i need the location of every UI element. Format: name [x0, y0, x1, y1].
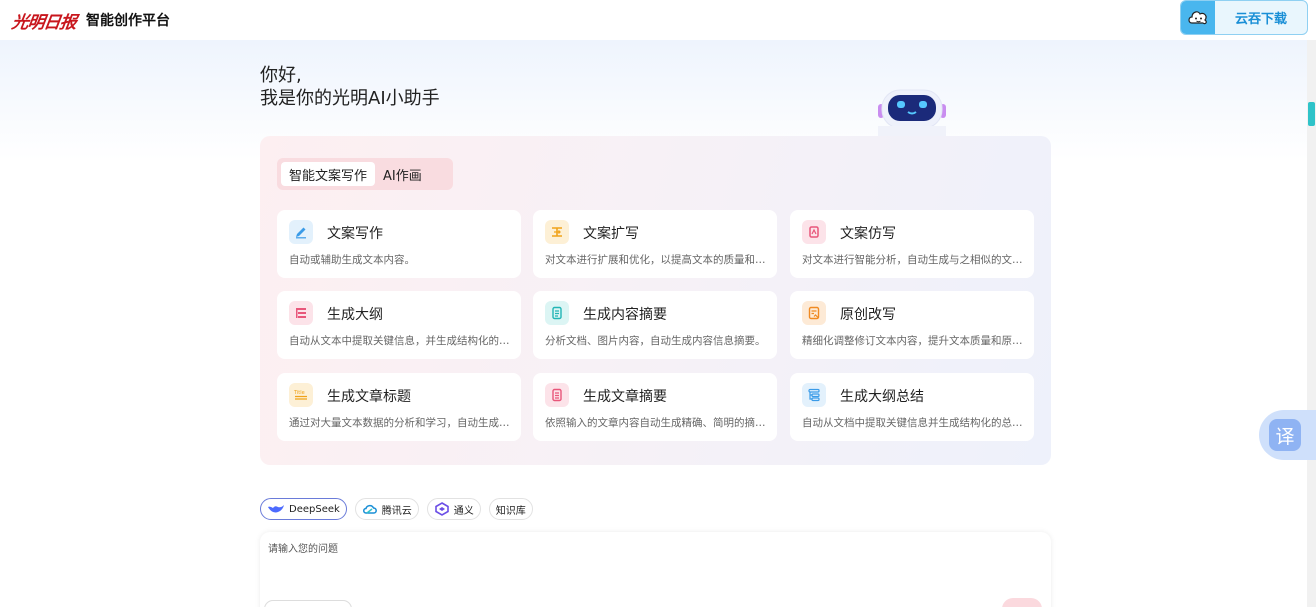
top-bar: 光明日报 智能创作平台 云吞下载: [0, 0, 1316, 40]
tab-smart-writing[interactable]: 智能文案写作: [281, 162, 376, 186]
card-article-summary[interactable]: 生成文章摘要 依照输入的文章内容自动生成精确、简明的摘要。: [533, 373, 777, 441]
translate-float-button[interactable]: 译: [1259, 410, 1316, 460]
copy-icon: [802, 220, 826, 244]
card-description: 自动从文档中提取关键信息并生成结构化的总结。: [802, 417, 1024, 429]
greeting: 你好, 我是你的光明AI小助手: [260, 64, 440, 110]
download-label: 云吞下载: [1234, 12, 1287, 27]
expand-icon: [545, 220, 569, 244]
model-chip-tongyi[interactable]: 通义: [426, 498, 481, 520]
model-chip-label: DeepSeek: [289, 503, 340, 515]
feature-panel: 智能文案写作 AI作画 文案写作 自动或辅助生成文本内容。 文案扩写 对文本进行…: [260, 136, 1051, 465]
model-chip-label: 通义: [453, 505, 474, 517]
card-title: 生成大纲总结: [840, 389, 924, 405]
card-title: 生成文章摘要: [583, 389, 667, 405]
model-chip-label: 腾讯云: [381, 505, 412, 517]
logo-text: 光明日报: [10, 12, 78, 33]
cloud-icon: [1181, 1, 1215, 34]
mode-tabs: 智能文案写作 AI作画: [277, 158, 453, 190]
card-title: 生成大纲: [327, 307, 383, 323]
tencent-cloud-icon: [362, 504, 377, 514]
logo[interactable]: 光明日报 智能创作平台: [10, 8, 170, 33]
card-expansion[interactable]: 文案扩写 对文本进行扩展和优化，以提高文本的质量和可读性。: [533, 210, 777, 278]
pen-icon: [289, 220, 313, 244]
platform-title: 智能创作平台: [86, 13, 170, 29]
scrollbar[interactable]: [1307, 40, 1316, 607]
svg-text:Title: Title: [293, 390, 305, 396]
model-chip-knowledge-base[interactable]: 知识库: [488, 498, 533, 520]
card-generate-outline[interactable]: 生成大纲 自动从文本中提取关键信息，并生成结构化的大纲。: [277, 291, 521, 359]
outline-icon: [289, 301, 313, 325]
model-chip-deepseek[interactable]: DeepSeek: [260, 498, 347, 520]
deepseek-icon: [268, 505, 284, 513]
rewrite-icon: [802, 301, 826, 325]
card-title: 生成内容摘要: [583, 307, 667, 323]
question-input[interactable]: [268, 540, 1038, 590]
input-tool-button[interactable]: [264, 600, 352, 607]
send-button[interactable]: [1002, 598, 1042, 607]
tab-ai-drawing[interactable]: AI作画: [375, 162, 430, 186]
card-description: 依照输入的文章内容自动生成精确、简明的摘要。: [545, 417, 767, 429]
download-button[interactable]: 云吞下载: [1180, 0, 1308, 35]
summary-icon: [545, 383, 569, 407]
card-original-rewrite[interactable]: 原创改写 精细化调整修订文本内容，提升文本质量和原创度。: [790, 291, 1034, 359]
card-description: 通过对大量文本数据的分析和学习，自动生成文章标题。: [289, 417, 511, 429]
card-imitation[interactable]: 文案仿写 对文本进行智能分析，自动生成与之相似的文本内容。: [790, 210, 1034, 278]
model-chip-tencent-cloud[interactable]: 腾讯云: [354, 498, 419, 520]
card-content-summary[interactable]: 生成内容摘要 分析文档、图片内容，自动生成内容信息摘要。: [533, 291, 777, 359]
card-title: 生成文章标题: [327, 389, 411, 405]
greeting-line-1: 你好,: [260, 65, 302, 86]
card-description: 对文本进行扩展和优化，以提高文本的质量和可读性。: [545, 254, 767, 266]
scrollbar-thumb[interactable]: [1308, 102, 1315, 126]
card-title: 文案扩写: [583, 226, 639, 242]
card-title: 原创改写: [840, 307, 896, 323]
robot-mascot-icon: [878, 89, 946, 136]
card-outline-summary[interactable]: 生成大纲总结 自动从文档中提取关键信息并生成结构化的总结。: [790, 373, 1034, 441]
card-description: 分析文档、图片内容，自动生成内容信息摘要。: [545, 335, 766, 347]
translate-icon: 译: [1269, 419, 1301, 451]
question-input-box: [260, 532, 1051, 607]
document-icon: [545, 301, 569, 325]
tree-icon: [802, 383, 826, 407]
model-selector: DeepSeek 腾讯云 通义 知识库: [260, 498, 533, 520]
card-title: 文案仿写: [840, 226, 896, 242]
card-description: 自动从文本中提取关键信息，并生成结构化的大纲。: [289, 335, 511, 347]
card-article-title[interactable]: Title 生成文章标题 通过对大量文本数据的分析和学习，自动生成文章标题。: [277, 373, 521, 441]
greeting-line-2: 我是你的光明AI小助手: [260, 88, 440, 109]
card-description: 自动或辅助生成文本内容。: [289, 254, 415, 266]
title-icon: Title: [289, 383, 313, 407]
model-chip-label: 知识库: [495, 505, 526, 517]
card-title: 文案写作: [327, 226, 383, 242]
card-copywriting[interactable]: 文案写作 自动或辅助生成文本内容。: [277, 210, 521, 278]
tongyi-icon: [434, 502, 449, 516]
card-description: 对文本进行智能分析，自动生成与之相似的文本内容。: [802, 254, 1024, 266]
card-description: 精细化调整修订文本内容，提升文本质量和原创度。: [802, 335, 1024, 347]
